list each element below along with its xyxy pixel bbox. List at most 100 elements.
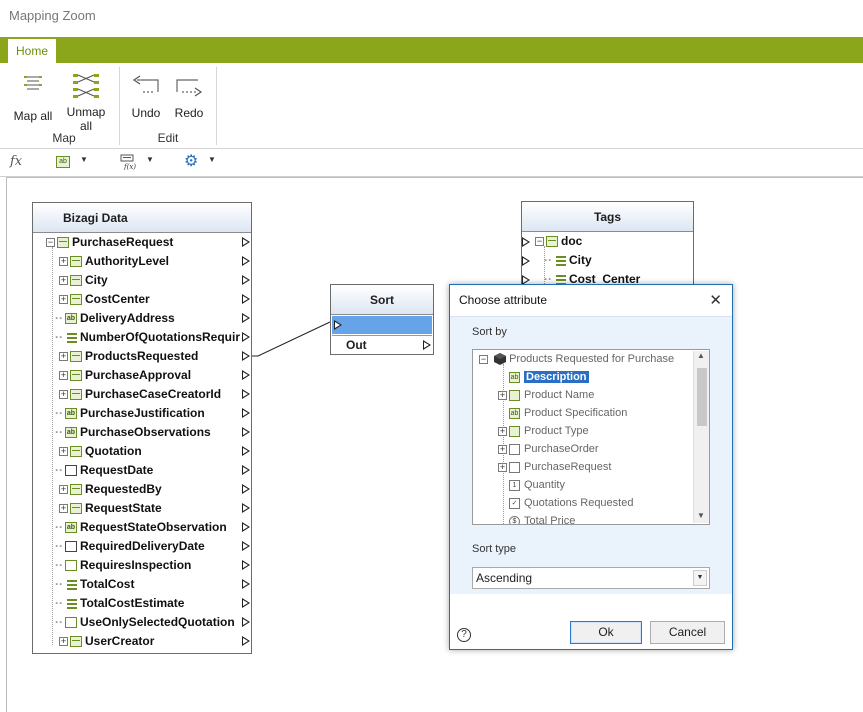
tree-root-node[interactable]: − Products Requested for Purchase	[479, 350, 674, 368]
attribute-tree-item[interactable]: + PurchaseOrder	[498, 440, 599, 458]
output-port-arrow-icon[interactable]	[242, 465, 250, 475]
output-port-arrow-icon[interactable]	[242, 522, 250, 532]
output-port-arrow-icon[interactable]	[242, 408, 250, 418]
output-port-arrow-icon[interactable]	[242, 427, 250, 437]
output-port-arrow-icon[interactable]	[242, 636, 250, 646]
tags-root-node[interactable]: − doc	[535, 232, 582, 251]
collapse-icon[interactable]: −	[535, 237, 544, 247]
collapse-icon[interactable]: −	[46, 238, 55, 248]
help-icon[interactable]: ?	[457, 628, 471, 642]
expand-icon[interactable]: +	[498, 426, 507, 436]
attribute-tree[interactable]: − Products Requested for Purchase ab Desc…	[472, 349, 710, 525]
expand-icon[interactable]: +	[59, 390, 68, 400]
tree-node[interactable]: ·· ab PurchaseObservations	[55, 423, 211, 442]
tree-node[interactable]: + RequestedBy	[59, 480, 162, 499]
tree-node-label: UseOnlySelectedQuotation	[80, 615, 235, 629]
tree-node[interactable]: + City	[59, 271, 108, 290]
tree-node[interactable]: + RequestState	[59, 499, 162, 518]
collapse-icon[interactable]: −	[479, 354, 488, 364]
tree-connector: ··	[55, 520, 63, 534]
sort-node[interactable]: Sort Out	[330, 284, 434, 355]
expand-icon[interactable]: +	[59, 504, 68, 514]
tree-node[interactable]: + CostCenter	[59, 290, 150, 309]
tree-node[interactable]: ·· ab RequestStateObservation	[55, 518, 227, 537]
tree-node[interactable]: + PurchaseCaseCreatorId	[59, 385, 221, 404]
tree-node[interactable]: + ProductsRequested	[59, 347, 198, 366]
tree-node[interactable]: ·· ab PurchaseJustification	[55, 404, 205, 423]
tags-root-label: doc	[561, 234, 583, 248]
attribute-label: Product Name	[524, 389, 595, 401]
tree-node[interactable]: ·· TotalCost	[55, 575, 134, 594]
tree-node[interactable]: ·· RequiresInspection	[55, 556, 191, 575]
tags-node-city[interactable]: ·· City	[544, 251, 592, 270]
close-icon[interactable]: ✕	[709, 291, 722, 309]
output-port-arrow-icon[interactable]	[242, 579, 250, 589]
output-port-arrow-icon[interactable]	[242, 389, 250, 399]
expand-icon[interactable]: +	[59, 371, 68, 381]
output-port-arrow-icon[interactable]	[242, 598, 250, 608]
expand-icon[interactable]: +	[498, 444, 507, 454]
scroll-down-icon[interactable]: ▼	[697, 511, 705, 520]
tags-node-label: City	[569, 253, 592, 267]
attribute-tree-scrollbar[interactable]: ▲ ▼	[693, 351, 709, 523]
expand-icon[interactable]: +	[59, 637, 68, 647]
table-icon	[509, 389, 520, 401]
attribute-tree-item[interactable]: ✓ Quotations Requested	[509, 494, 633, 512]
expand-icon[interactable]: +	[59, 447, 68, 457]
output-port-arrow-icon[interactable]	[242, 617, 250, 627]
tree-node[interactable]: + PurchaseApproval	[59, 366, 191, 385]
scrollbar-thumb[interactable]	[697, 368, 707, 426]
expand-icon[interactable]: +	[59, 276, 68, 286]
output-port-arrow-icon[interactable]	[242, 370, 250, 380]
output-port-arrow-icon[interactable]	[242, 503, 250, 513]
output-port-arrow-icon[interactable]	[242, 484, 250, 494]
output-port-arrow-icon[interactable]	[242, 560, 250, 570]
sort-type-select[interactable]: Ascending ▼	[472, 567, 710, 589]
entity-icon	[509, 461, 520, 473]
expand-icon[interactable]: +	[59, 257, 68, 267]
tree-node[interactable]: ·· RequiredDeliveryDate	[55, 537, 205, 556]
tree-node[interactable]: ·· TotalCostEstimate	[55, 594, 184, 613]
table-icon	[70, 636, 82, 648]
scroll-up-icon[interactable]: ▲	[697, 351, 705, 360]
tree-node[interactable]: + Quotation	[59, 442, 142, 461]
cancel-button[interactable]: Cancel	[650, 621, 725, 644]
output-port-arrow-icon[interactable]	[242, 313, 250, 323]
input-port-arrow-icon[interactable]	[522, 256, 530, 266]
tree-node[interactable]: + UserCreator	[59, 632, 154, 651]
sort-type-label: Sort type	[472, 543, 517, 555]
attribute-tree-item[interactable]: ab Description	[509, 368, 589, 386]
output-port-arrow-icon[interactable]	[242, 294, 250, 304]
output-port-arrow-icon[interactable]	[242, 275, 250, 285]
tree-node[interactable]: ·· NumberOfQuotationsRequir	[55, 328, 240, 347]
chevron-down-icon[interactable]: ▼	[693, 570, 707, 586]
output-port-arrow-icon[interactable]	[242, 332, 250, 342]
ok-button[interactable]: Ok	[570, 621, 642, 644]
attribute-tree-item[interactable]: 1 Quantity	[509, 476, 565, 494]
expand-icon[interactable]: +	[59, 352, 68, 362]
input-port-arrow-icon[interactable]	[522, 237, 530, 247]
sort-output-port[interactable]: Out	[332, 335, 432, 353]
attribute-tree-item[interactable]: ab Product Specification	[509, 404, 627, 422]
output-port-arrow-icon[interactable]	[242, 256, 250, 266]
attribute-tree-item[interactable]: + Product Name	[498, 386, 594, 404]
tree-node-root[interactable]: − PurchaseRequest	[46, 233, 173, 252]
tree-node[interactable]: + AuthorityLevel	[59, 252, 169, 271]
tree-connector: ··	[55, 463, 63, 477]
tree-node[interactable]: ·· RequestDate	[55, 461, 153, 480]
output-port-arrow-icon[interactable]	[242, 237, 250, 247]
sort-input-port[interactable]	[332, 316, 432, 334]
attribute-tree-item[interactable]: + PurchaseRequest	[498, 458, 611, 476]
tree-node[interactable]: ·· ab DeliveryAddress	[55, 309, 175, 328]
tree-connector: ··	[55, 577, 63, 591]
output-port-arrow-icon[interactable]	[242, 351, 250, 361]
expand-icon[interactable]: +	[498, 462, 507, 472]
output-port-arrow-icon[interactable]	[242, 541, 250, 551]
expand-icon[interactable]: +	[59, 485, 68, 495]
expand-icon[interactable]: +	[59, 295, 68, 305]
attribute-tree-item[interactable]: $ Total Price	[509, 512, 575, 524]
tree-node[interactable]: ·· UseOnlySelectedQuotation	[55, 613, 235, 632]
expand-icon[interactable]: +	[498, 390, 507, 400]
output-port-arrow-icon[interactable]	[242, 446, 250, 456]
attribute-tree-item[interactable]: + Product Type	[498, 422, 589, 440]
